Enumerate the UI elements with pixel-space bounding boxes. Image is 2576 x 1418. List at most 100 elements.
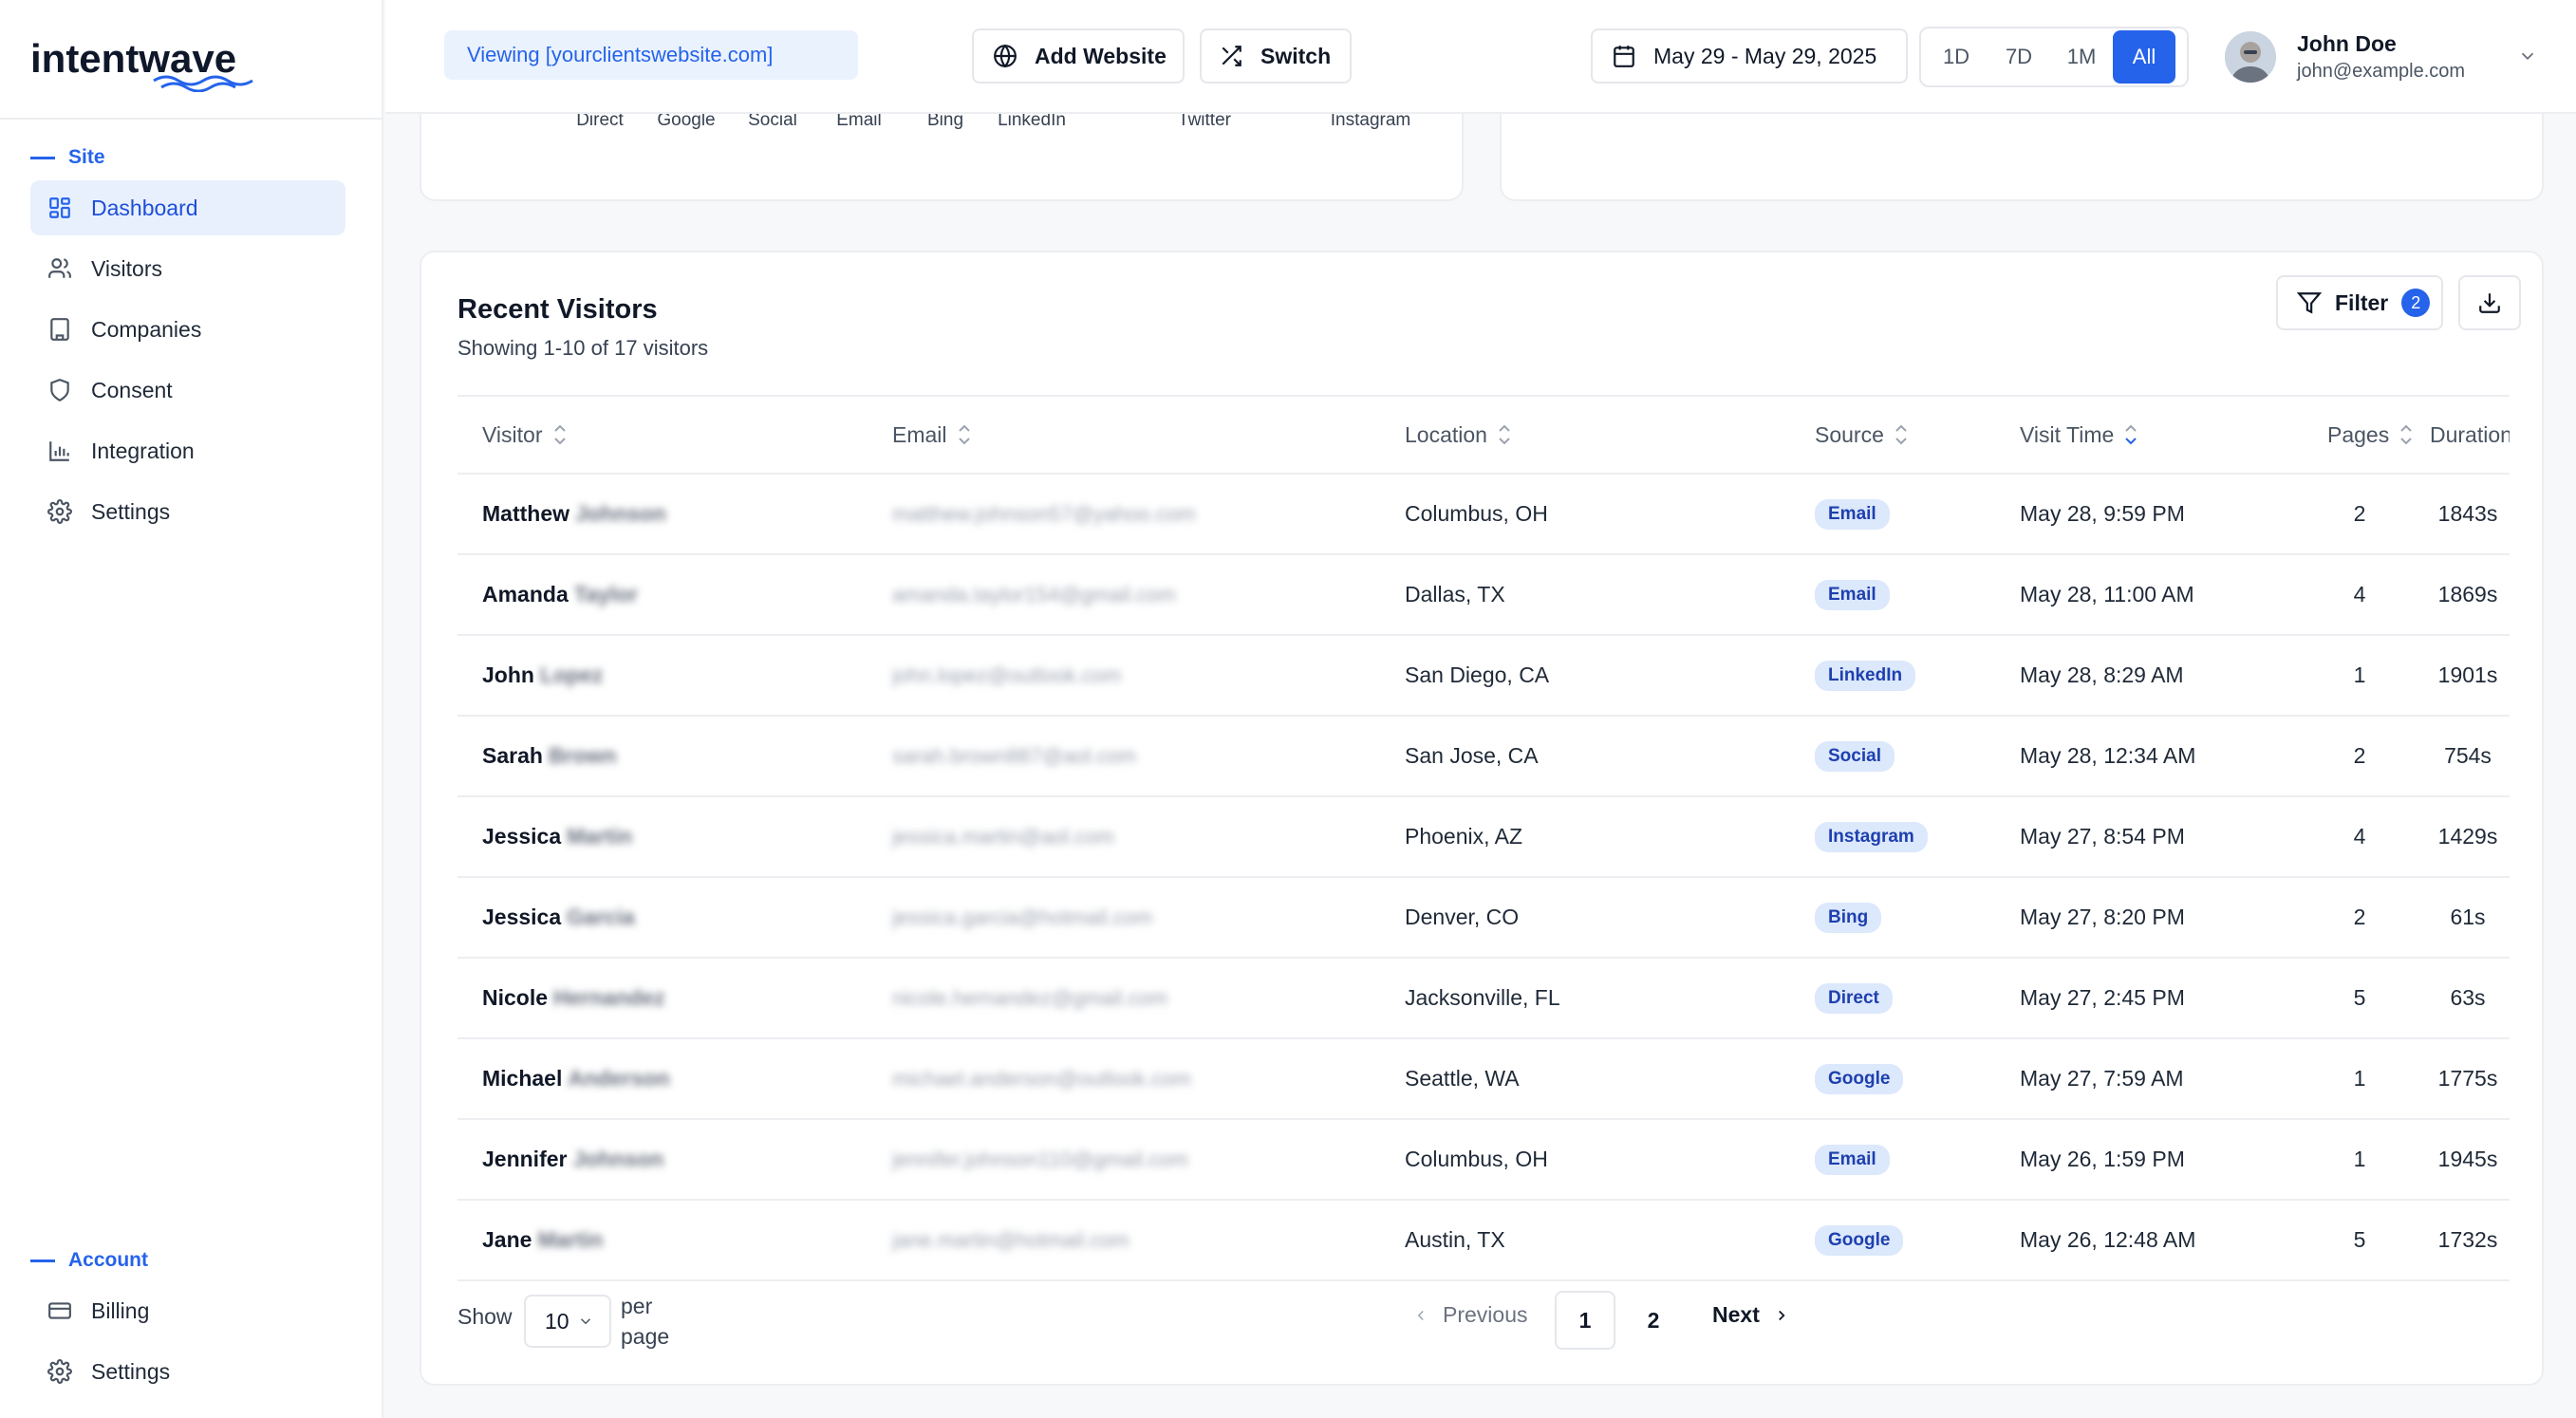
page-2-button[interactable]: 2 [1623,1291,1684,1350]
visitor-cell: Jessica Martin [482,797,632,876]
visitor-cell: Nicole Hernandez [482,959,665,1037]
page-1-button[interactable]: 1 [1555,1291,1615,1350]
table-row[interactable]: Jennifer Johnson jennifer.johnson110@gmail… [457,1120,2510,1201]
date-range-picker[interactable]: May 29 - May 29, 2025 [1591,28,1908,84]
visitors-table: Visitor Email Location Source Visit Time… [457,395,2510,1281]
recent-visitors-card: Recent Visitors Showing 1-10 of 17 visit… [420,251,2544,1386]
section-title: Recent Visitors [457,294,658,325]
table-row[interactable]: Jane Martin jane.martin@hotmail.com Austin,… [457,1201,2510,1281]
table-row[interactable]: Jessica Garcia jessica.garcia@hotmail.com D… [457,878,2510,959]
filter-icon [2297,292,2322,314]
duration-cell: 1901s [2437,662,2498,687]
table-row[interactable]: Jessica Martin jessica.martin@aol.com Phoen… [457,797,2510,878]
sidebar-item-billing[interactable]: Billing [30,1283,345,1338]
sort-icon [2400,424,2412,445]
previous-page-button[interactable]: Previous [1412,1302,1527,1328]
visitor-cell: Matthew Johnson [482,475,666,553]
visitor-email: jessica.martin@aol.com [892,824,1114,849]
column-header-visitor[interactable]: Visitor [482,421,568,448]
visitor-first-name: Amanda [482,582,569,606]
filter-button[interactable]: Filter 2 [2276,275,2443,330]
add-website-label: Add Website [1035,43,1167,68]
source-cell: Google [1815,1201,1904,1279]
table-row[interactable]: Amanda Taylor amanda.taylor154@gmail.com Da… [457,555,2510,636]
email-cell: john.lopez@outlook.com [892,636,1121,715]
sidebar-item-integration[interactable]: Integration [30,423,345,478]
duration-cell: 63s [2450,985,2486,1010]
visit-time-cell: May 28, 11:00 AM [2020,582,2194,606]
location-cell: Phoenix, AZ [1405,824,1523,849]
range-option-1m[interactable]: 1M [2050,30,2113,84]
logo-text: intentwave [30,36,237,81]
duration-cell: 1732s [2437,1227,2498,1252]
topbar: Viewing [yourclientswebsite.com] Add Web… [385,0,2576,114]
location-cell: Austin, TX [1405,1227,1505,1252]
column-header-duration[interactable]: Duration [2430,422,2510,448]
dashboard-icon [49,197,70,218]
sidebar-item-label: Dashboard [91,195,198,220]
pages-cell: 5 [2353,985,2366,1010]
email-cell: jessica.garcia@hotmail.com [892,878,1152,957]
next-page-button[interactable]: Next [1712,1302,1790,1328]
location-cell: San Jose, CA [1405,743,1539,768]
table-row[interactable]: Sarah Brown sarah.brown887@aol.com San Jose… [457,717,2510,797]
credit-card-icon [48,1302,71,1319]
visit-time-cell: May 27, 8:20 PM [2020,905,2185,929]
duration-cell: 61s [2450,905,2486,929]
add-website-button[interactable]: Add Website [972,28,1185,84]
logo-area: intentwave [0,0,382,120]
chevron-right-icon [1778,1310,1785,1320]
per-page-label: per page [621,1294,670,1349]
source-cell: LinkedIn [1815,636,1916,715]
pages-cell: 2 [2353,501,2366,526]
column-header-pages[interactable]: Pages [2327,421,2414,448]
visitor-email: amanda.taylor154@gmail.com [892,582,1176,606]
table-row[interactable]: Michael Anderson michael.anderson@outlook.… [457,1039,2510,1120]
sidebar-item-account-settings[interactable]: Settings [30,1344,345,1399]
visitor-first-name: Nicole [482,985,549,1010]
filter-label: Filter [2335,289,2389,315]
sidebar-item-dashboard[interactable]: Dashboard [30,180,345,235]
source-cell: Email [1815,1120,1890,1199]
filter-count-badge: 2 [2401,289,2431,317]
column-header-location[interactable]: Location [1405,421,1512,448]
pages-cell: 2 [2353,905,2366,929]
pages-cell: 2 [2353,743,2366,768]
table-row[interactable]: John Lopez john.lopez@outlook.com San Diego… [457,636,2510,717]
source-cell: Google [1815,1039,1904,1118]
sidebar-item-label: Companies [91,316,202,342]
visitor-first-name: Jessica [482,905,562,929]
visitor-last-name: Lopez [539,662,604,687]
range-option-1d[interactable]: 1D [1925,30,1988,84]
page-size-select[interactable]: 10 [524,1295,611,1348]
viewing-site-indicator[interactable]: Viewing [yourclientswebsite.com] [444,30,858,80]
table-row[interactable]: Matthew Johnson matthew.johnson57@yahoo.co… [457,475,2510,555]
logo-wave-icon [153,75,253,92]
source-badge: Google [1815,1063,1904,1094]
logo[interactable]: intentwave [30,36,253,92]
source-cell: Instagram [1815,797,1928,876]
column-header-visit-time[interactable]: Visit Time [2020,421,2138,448]
users-icon [48,258,71,278]
table-row[interactable]: Nicole Hernandez nicole.hernandez@gmail.co… [457,959,2510,1039]
column-header-email[interactable]: Email [892,421,972,448]
source-badge: Google [1815,1224,1904,1256]
sidebar-item-companies[interactable]: Companies [30,302,345,357]
user-menu[interactable]: John Doe john@example.com [2225,27,2538,87]
shield-icon [50,379,69,402]
switch-button[interactable]: Switch [1200,28,1352,84]
range-option-7d[interactable]: 7D [1988,30,2050,84]
visitor-email: michael.anderson@outlook.com [892,1066,1191,1091]
sort-desc-icon [2125,424,2137,445]
visit-time-cell: May 27, 7:59 AM [2020,1066,2184,1091]
sidebar-item-settings[interactable]: Settings [30,484,345,539]
visitor-first-name: Jennifer [482,1147,568,1171]
download-button[interactable] [2458,275,2521,330]
range-option-all[interactable]: All [2113,30,2175,84]
calendar-icon [1614,46,1634,67]
source-badge: Bing [1815,902,1882,933]
sidebar-item-visitors[interactable]: Visitors [30,241,345,296]
pages-cell: 4 [2353,582,2366,606]
column-header-source[interactable]: Source [1815,421,1909,448]
sidebar-item-consent[interactable]: Consent [30,363,345,418]
